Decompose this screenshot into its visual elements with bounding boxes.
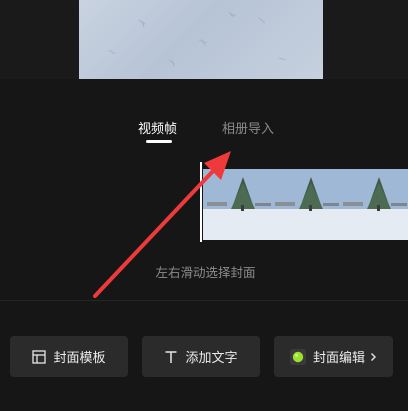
snow-texture [108,11,287,67]
cover-template-button[interactable]: 封面模板 [10,336,128,377]
video-frame-thumbnail[interactable] [271,169,339,240]
video-frame-thumbnail[interactable] [203,169,271,240]
cover-edit-label: 封面编辑 [312,351,365,366]
active-tab-indicator [146,140,172,143]
add-text-button[interactable]: 添加文字 [142,336,260,377]
video-frame-thumbnail[interactable] [339,169,407,240]
chevron-right-icon [370,352,377,362]
toolbar-divider [0,300,408,301]
cover-preview-image [79,0,323,79]
tab-album-import[interactable]: 相册导入 [222,118,274,137]
cover-template-label: 封面模板 [53,351,106,366]
cover-edit-button[interactable]: 封面编辑 [274,336,393,377]
add-text-label: 添加文字 [185,351,238,366]
layout-template-icon [32,349,47,364]
text-t-icon [164,350,178,364]
video-frame-strip[interactable] [203,169,408,240]
cover-source-tabs: 视频帧 相册导入 [0,112,408,152]
tab-video-frame[interactable]: 视频帧 [138,118,177,137]
swipe-hint-text: 左右滑动选择封面 [155,265,256,280]
cover-preview-area [0,0,408,79]
frame-selector-playhead[interactable] [200,162,202,242]
green-dot-icon [289,348,306,365]
